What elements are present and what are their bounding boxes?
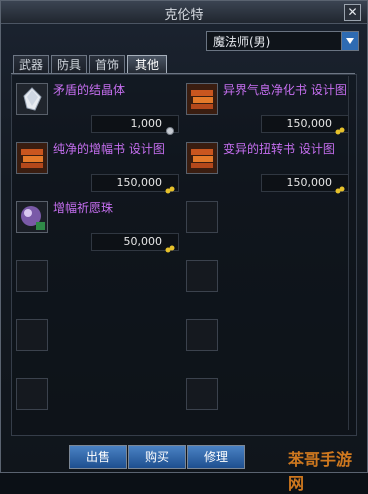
empty-slot-icon[interactable] [16, 319, 48, 351]
empty-slot[interactable] [183, 316, 351, 374]
item-name: 变异的扭转书 设计图 [223, 142, 335, 156]
price-box: 50,000 [91, 233, 179, 253]
class-select[interactable]: 魔法师(男) [206, 31, 359, 51]
repair-button[interactable]: 修理 [187, 445, 245, 469]
scroll-icon[interactable] [186, 83, 218, 115]
gold-coin-icon [335, 179, 345, 194]
item-name: 纯净的增幅书 设计图 [53, 142, 165, 156]
price-box: 1,000 [91, 115, 179, 135]
item-price: 150,000 [286, 117, 333, 130]
orb-icon[interactable] [16, 201, 48, 233]
tab-label: 其他 [134, 58, 159, 72]
class-select-value: 魔法师(男) [213, 35, 271, 49]
price-box: 150,000 [261, 115, 349, 135]
scroll-icon[interactable] [186, 142, 218, 174]
empty-slot-icon[interactable] [16, 260, 48, 292]
empty-slot-icon[interactable] [186, 378, 218, 410]
window-title: 克伦特 [164, 8, 204, 23]
tab-label: 防具 [56, 58, 81, 72]
title-bar[interactable]: 克伦特 ✕ [1, 1, 367, 24]
close-button[interactable]: ✕ [344, 4, 361, 21]
gold-coin-icon [165, 179, 175, 194]
list-item[interactable]: 矛盾的结晶体 1,000 [13, 80, 181, 138]
empty-slot[interactable] [183, 375, 351, 433]
item-price: 150,000 [116, 176, 163, 189]
tab-accessories[interactable]: 首饰 [89, 55, 125, 74]
chevron-down-icon[interactable] [341, 32, 358, 50]
empty-slot-icon[interactable] [186, 260, 218, 292]
buy-button[interactable]: 购买 [128, 445, 186, 469]
empty-slot[interactable] [183, 198, 351, 256]
empty-slot[interactable] [183, 257, 351, 315]
price-box: 150,000 [91, 174, 179, 194]
scroll-icon[interactable] [16, 142, 48, 174]
tab-label: 武器 [18, 58, 43, 72]
list-item[interactable]: 变异的扭转书 设计图 150,000 [183, 139, 351, 197]
tab-weapons[interactable]: 武器 [13, 55, 49, 74]
crystal-icon[interactable] [16, 83, 48, 115]
close-icon: ✕ [347, 5, 358, 19]
list-item[interactable]: 异界气息净化书 设计图 150,000 [183, 80, 351, 138]
item-name: 增幅祈愿珠 [53, 201, 114, 215]
tab-other[interactable]: 其他 [127, 55, 167, 74]
list-item[interactable]: 纯净的增幅书 设计图 150,000 [13, 139, 181, 197]
gold-coin-icon [165, 238, 175, 253]
item-price: 150,000 [286, 176, 333, 189]
shop-window: 克伦特 ✕ 魔法师(男) 武器 防具 首饰 其他 矛盾的结晶体 1,000 异界… [0, 0, 368, 493]
gold-coin-icon [335, 120, 345, 135]
list-item[interactable]: 增幅祈愿珠 50,000 [13, 198, 181, 256]
price-box: 150,000 [261, 174, 349, 194]
item-name: 异界气息净化书 设计图 [223, 83, 347, 97]
empty-slot-icon[interactable] [16, 378, 48, 410]
tab-label: 首饰 [94, 58, 119, 72]
empty-slot-icon[interactable] [186, 319, 218, 351]
sell-button[interactable]: 出售 [69, 445, 127, 469]
item-price: 50,000 [123, 235, 163, 248]
empty-slot[interactable] [13, 316, 181, 374]
watermark-text: 苯哥手游网 [288, 450, 353, 493]
item-name: 矛盾的结晶体 [53, 83, 126, 97]
tab-armor[interactable]: 防具 [51, 55, 87, 74]
silver-coin-icon [165, 120, 175, 135]
empty-slot-icon[interactable] [186, 201, 218, 233]
empty-slot[interactable] [13, 375, 181, 433]
empty-slot[interactable] [13, 257, 181, 315]
item-price: 1,000 [130, 117, 163, 130]
